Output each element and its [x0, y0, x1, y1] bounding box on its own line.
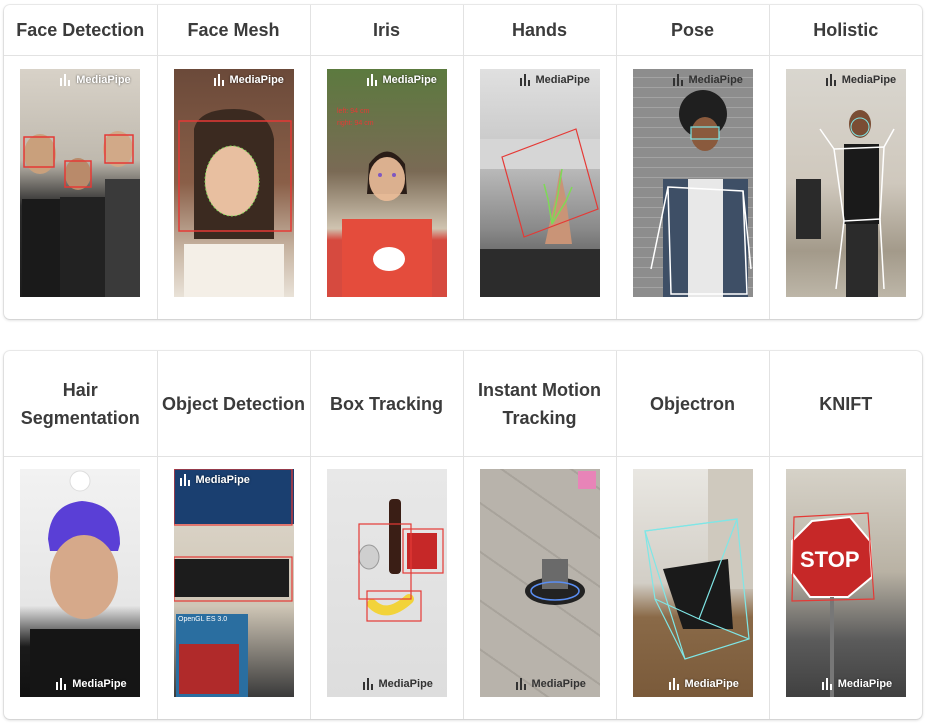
- mediapipe-icon: [179, 474, 192, 486]
- mediapipe-logo: MediaPipe: [56, 678, 127, 690]
- face-detection-cell[interactable]: MediaPipe: [4, 55, 158, 319]
- mediapipe-watermark: MediaPipe: [531, 678, 586, 690]
- mediapipe-logo: MediaPipe: [519, 74, 590, 86]
- knift-title: KNIFT: [769, 351, 922, 457]
- holistic-cell[interactable]: MediaPipe: [769, 56, 922, 320]
- iris-title: Iris: [310, 5, 464, 56]
- mediapipe-logo: MediaPipe: [825, 74, 897, 86]
- hands-image[interactable]: MediaPipe: [479, 69, 600, 297]
- mediapipe-icon: [519, 74, 532, 86]
- knift-cell[interactable]: STOP MediaPipe: [769, 457, 922, 720]
- mediapipe-icon: [213, 74, 226, 86]
- pose-title: Pose: [616, 5, 770, 56]
- mediapipe-watermark: MediaPipe: [229, 74, 284, 86]
- mediapipe-logo: MediaPipe: [362, 678, 433, 690]
- pose-cell[interactable]: MediaPipe: [616, 55, 770, 319]
- mediapipe-icon: [668, 678, 681, 690]
- mediapipe-watermark: MediaPipe: [837, 678, 893, 690]
- svg-text:STOP: STOP: [800, 547, 860, 572]
- hair-segmentation-title: Hair Segmentation: [4, 351, 158, 457]
- mediapipe-watermark: MediaPipe: [841, 74, 897, 86]
- instant-motion-tracking-cell[interactable]: MediaPipe: [463, 456, 617, 719]
- hands-title: Hands: [463, 5, 617, 56]
- mediapipe-logo: MediaPipe: [60, 74, 131, 86]
- object-detection-cell[interactable]: OpenGL ES 3.0 MediaPipe: [157, 456, 311, 719]
- mediapipe-logo: MediaPipe: [179, 474, 250, 486]
- mediapipe-logo: MediaPipe: [515, 678, 586, 690]
- solutions-grid-row-1: Face Detection Face Mesh Iris Hands Pose…: [4, 5, 922, 319]
- box-tracking-title: Box Tracking: [310, 351, 464, 457]
- holistic-title: Holistic: [769, 5, 922, 56]
- mediapipe-watermark: MediaPipe: [378, 678, 433, 690]
- mediapipe-icon: [362, 678, 375, 690]
- mediapipe-icon: [672, 74, 685, 86]
- face-detection-title: Face Detection: [4, 5, 158, 56]
- solutions-grid-row-2: Hair Segmentation Object Detection Box T…: [4, 351, 922, 719]
- mediapipe-icon: [821, 678, 834, 690]
- face-mesh-image[interactable]: MediaPipe: [173, 69, 294, 297]
- mediapipe-watermark: MediaPipe: [684, 678, 739, 690]
- mediapipe-logo: MediaPipe: [366, 74, 437, 86]
- objectron-image[interactable]: MediaPipe: [632, 469, 753, 697]
- object-detection-title: Object Detection: [157, 351, 311, 457]
- hair-segmentation-image[interactable]: MediaPipe: [20, 469, 141, 697]
- iris-cell[interactable]: left: 94 cm right: 94 cm MediaPipe: [310, 55, 464, 319]
- mediapipe-logo: MediaPipe: [672, 74, 743, 86]
- objectron-cell[interactable]: MediaPipe: [616, 456, 770, 719]
- face-mesh-cell[interactable]: MediaPipe: [157, 55, 311, 319]
- box-tracking-cell[interactable]: MediaPipe: [310, 456, 464, 719]
- mediapipe-watermark: MediaPipe: [195, 474, 250, 486]
- mediapipe-watermark: MediaPipe: [688, 74, 743, 86]
- mediapipe-watermark: MediaPipe: [535, 74, 590, 86]
- mediapipe-icon: [825, 74, 838, 86]
- knift-image[interactable]: STOP MediaPipe: [785, 469, 906, 697]
- mediapipe-watermark: MediaPipe: [382, 74, 437, 86]
- hair-segmentation-cell[interactable]: MediaPipe: [4, 456, 158, 719]
- object-detection-image[interactable]: OpenGL ES 3.0 MediaPipe: [173, 469, 294, 697]
- mediapipe-logo: MediaPipe: [821, 678, 893, 690]
- svg-text:left: 94 cm: left: 94 cm: [337, 108, 369, 115]
- pose-image[interactable]: MediaPipe: [632, 69, 753, 297]
- iris-image[interactable]: left: 94 cm right: 94 cm MediaPipe: [326, 69, 447, 297]
- mediapipe-icon: [56, 678, 68, 690]
- instant-motion-tracking-title: Instant Motion Tracking: [463, 351, 617, 457]
- mediapipe-logo: MediaPipe: [213, 74, 284, 86]
- box-tracking-image[interactable]: MediaPipe: [326, 469, 447, 697]
- svg-text:right: 94 cm: right: 94 cm: [337, 120, 374, 127]
- face-mesh-title: Face Mesh: [157, 5, 311, 56]
- mediapipe-icon: [366, 74, 379, 86]
- objectron-title: Objectron: [616, 351, 770, 457]
- mediapipe-icon: [60, 74, 72, 86]
- mediapipe-watermark: MediaPipe: [76, 74, 131, 86]
- holistic-image[interactable]: MediaPipe: [785, 69, 906, 297]
- mediapipe-watermark: MediaPipe: [72, 678, 127, 690]
- face-detection-image[interactable]: MediaPipe: [20, 69, 141, 297]
- hands-cell[interactable]: MediaPipe: [463, 55, 617, 319]
- mediapipe-logo: MediaPipe: [668, 678, 739, 690]
- instant-motion-tracking-image[interactable]: MediaPipe: [479, 469, 600, 697]
- mediapipe-icon: [515, 678, 528, 690]
- svg-text:OpenGL ES 3.0: OpenGL ES 3.0: [178, 616, 227, 623]
